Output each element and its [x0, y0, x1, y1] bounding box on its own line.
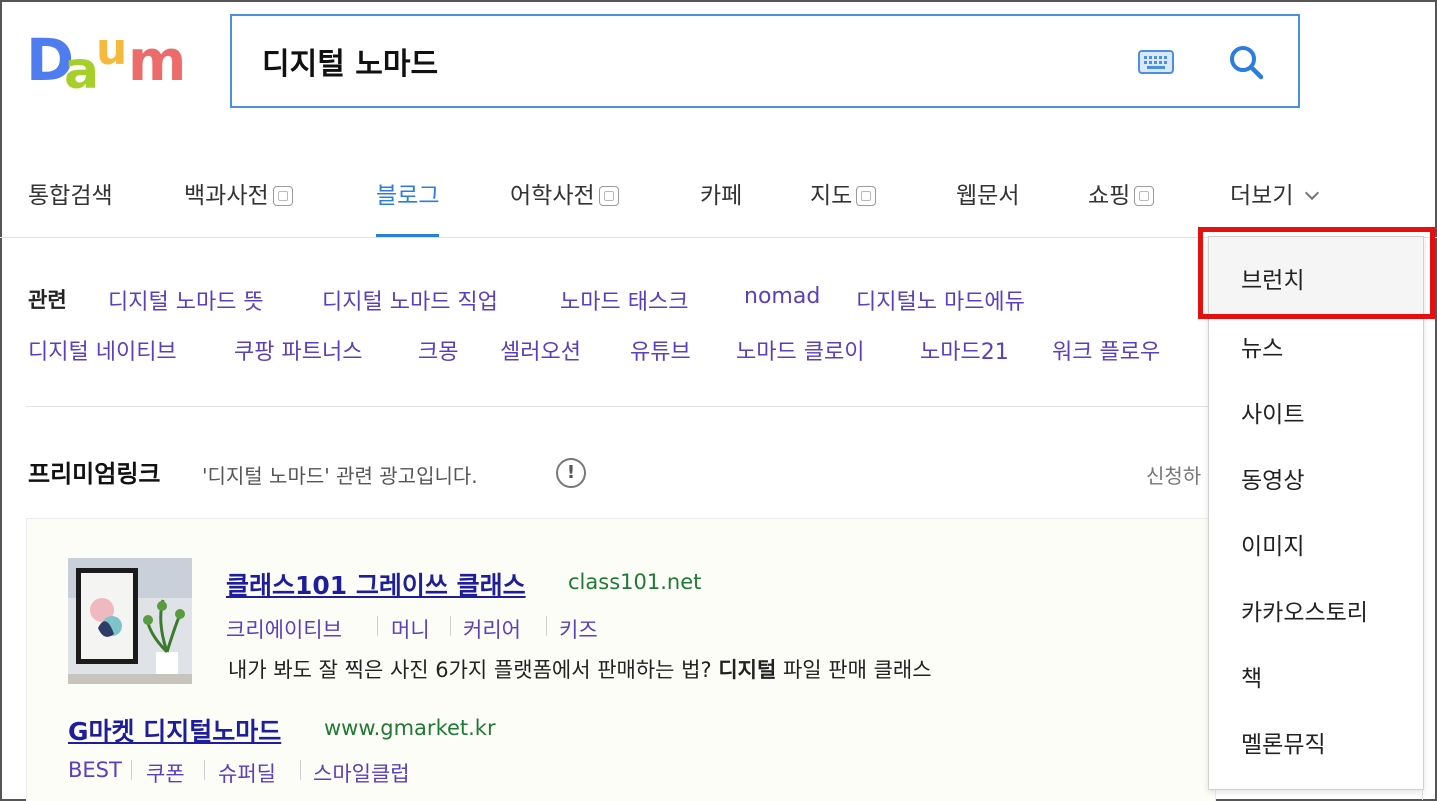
- daum-logo[interactable]: D a u m: [26, 28, 196, 98]
- tab-language-dictionary[interactable]: 어학사전: [510, 176, 619, 238]
- tab-label: 카페: [700, 183, 743, 209]
- tab-label: 블로그: [376, 183, 440, 209]
- ad-sublink[interactable]: BEST: [68, 758, 122, 782]
- tab-encyclopedia[interactable]: 백과사전: [184, 176, 293, 238]
- ad-description-keyword: 디지털: [718, 658, 777, 682]
- related-link[interactable]: 쿠팡 파트너스: [234, 334, 362, 366]
- premium-link-description: '디지털 노마드' 관련 광고입니다.: [202, 464, 478, 488]
- new-window-icon: [598, 186, 619, 206]
- ad-description-text: 파일 판매 클래스: [776, 658, 932, 682]
- new-window-icon: [272, 186, 293, 206]
- tab-cafe[interactable]: 카페: [700, 176, 742, 238]
- tab-label: 웹문서: [956, 183, 1020, 209]
- new-window-icon: [856, 186, 877, 206]
- ad-description-text: 내가 봐도 잘 찍은 사진 6가지 플랫폼에서 판매하는 법?: [228, 658, 719, 682]
- separator: [377, 616, 378, 636]
- menu-item-images[interactable]: 이미지: [1241, 527, 1304, 561]
- keyboard-icon[interactable]: [1138, 50, 1174, 74]
- tab-integrated[interactable]: 통합검색: [28, 176, 113, 238]
- ad-description: 내가 봐도 잘 찍은 사진 6가지 플랫폼에서 판매하는 법? 디지털 파일 판…: [228, 654, 932, 684]
- related-link[interactable]: 노마드 클로이: [736, 334, 864, 366]
- tab-label: 쇼핑: [1088, 183, 1131, 209]
- menu-item-news[interactable]: 뉴스: [1241, 329, 1283, 363]
- separator: [300, 760, 301, 780]
- separator: [450, 616, 451, 636]
- divider: [26, 406, 1208, 407]
- related-link[interactable]: 워크 플로우: [1052, 334, 1160, 366]
- related-link[interactable]: 디지털 노마드 직업: [322, 284, 498, 316]
- related-link[interactable]: 디지털 네이티브: [28, 334, 177, 366]
- ad-sublink[interactable]: 커리어: [463, 614, 521, 644]
- related-link[interactable]: 셀러오션: [500, 334, 581, 366]
- ad-thumbnail-image[interactable]: [68, 558, 192, 684]
- related-link[interactable]: 노마드 태스크: [560, 284, 688, 316]
- tab-label: 백과사전: [184, 183, 269, 209]
- related-link[interactable]: 디지털 노마드 뜻: [108, 284, 264, 316]
- search-tabs: 통합검색 백과사전 블로그 어학사전 카페 지도 웹문서 쇼핑 더보기: [0, 140, 1437, 238]
- search-box: [230, 14, 1300, 108]
- related-link[interactable]: 유튜브: [630, 334, 691, 366]
- ad-url[interactable]: www.gmarket.kr: [324, 716, 496, 740]
- tab-label: 더보기: [1230, 183, 1294, 209]
- chevron-down-icon: [1305, 185, 1320, 201]
- tab-map[interactable]: 지도: [810, 176, 877, 238]
- highlight-box: [1198, 227, 1435, 319]
- related-link[interactable]: 노마드21: [920, 334, 1009, 366]
- svg-text:u: u: [96, 28, 127, 75]
- apply-ad-link[interactable]: 신청하: [1146, 460, 1201, 489]
- new-window-icon: [1134, 186, 1155, 206]
- tab-label: 통합검색: [28, 183, 113, 209]
- svg-text:a: a: [64, 41, 99, 98]
- menu-item-sites[interactable]: 사이트: [1241, 395, 1304, 429]
- ad-title-link[interactable]: 클래스101 그레이쓰 클래스: [226, 566, 526, 602]
- menu-item-kakaostory[interactable]: 카카오스토리: [1241, 593, 1368, 627]
- separator: [131, 760, 132, 780]
- menu-item-melon-music[interactable]: 멜론뮤직: [1241, 725, 1326, 759]
- menu-item-books[interactable]: 책: [1241, 659, 1262, 693]
- ad-sublink[interactable]: 크리에이티브: [226, 614, 342, 644]
- tab-blog[interactable]: 블로그: [376, 176, 440, 237]
- ad-title-link[interactable]: G마켓 디지털노마드: [68, 712, 281, 748]
- separator: [546, 616, 547, 636]
- tab-shopping[interactable]: 쇼핑: [1088, 176, 1155, 238]
- premium-link-title: 프리미엄링크: [28, 460, 161, 488]
- tab-label: 지도: [810, 183, 853, 209]
- menu-item-video[interactable]: 동영상: [1241, 461, 1304, 495]
- more-dropdown-menu: 브런치 뉴스 사이트 동영상 이미지 카카오스토리 책 멜론뮤직: [1208, 236, 1424, 790]
- related-label: 관련: [28, 288, 67, 312]
- ad-sublink[interactable]: 스마일클럽: [313, 758, 410, 788]
- search-input[interactable]: [262, 38, 1122, 84]
- search-icon[interactable]: [1226, 42, 1266, 82]
- info-icon[interactable]: !: [556, 458, 586, 488]
- related-link[interactable]: 크몽: [418, 334, 458, 366]
- related-link[interactable]: 디지털노 마드에듀: [856, 284, 1025, 316]
- ad-sublink[interactable]: 머니: [391, 614, 430, 644]
- separator: [204, 760, 205, 780]
- ad-sublink[interactable]: 키즈: [559, 614, 598, 644]
- related-link[interactable]: nomad: [744, 284, 820, 309]
- tab-web-documents[interactable]: 웹문서: [956, 176, 1019, 238]
- tab-label: 어학사전: [510, 183, 595, 209]
- ad-sublink[interactable]: 슈퍼딜: [218, 758, 276, 788]
- ad-sublink[interactable]: 쿠폰: [146, 758, 185, 788]
- svg-text:m: m: [128, 29, 186, 94]
- ad-url[interactable]: class101.net: [568, 570, 701, 594]
